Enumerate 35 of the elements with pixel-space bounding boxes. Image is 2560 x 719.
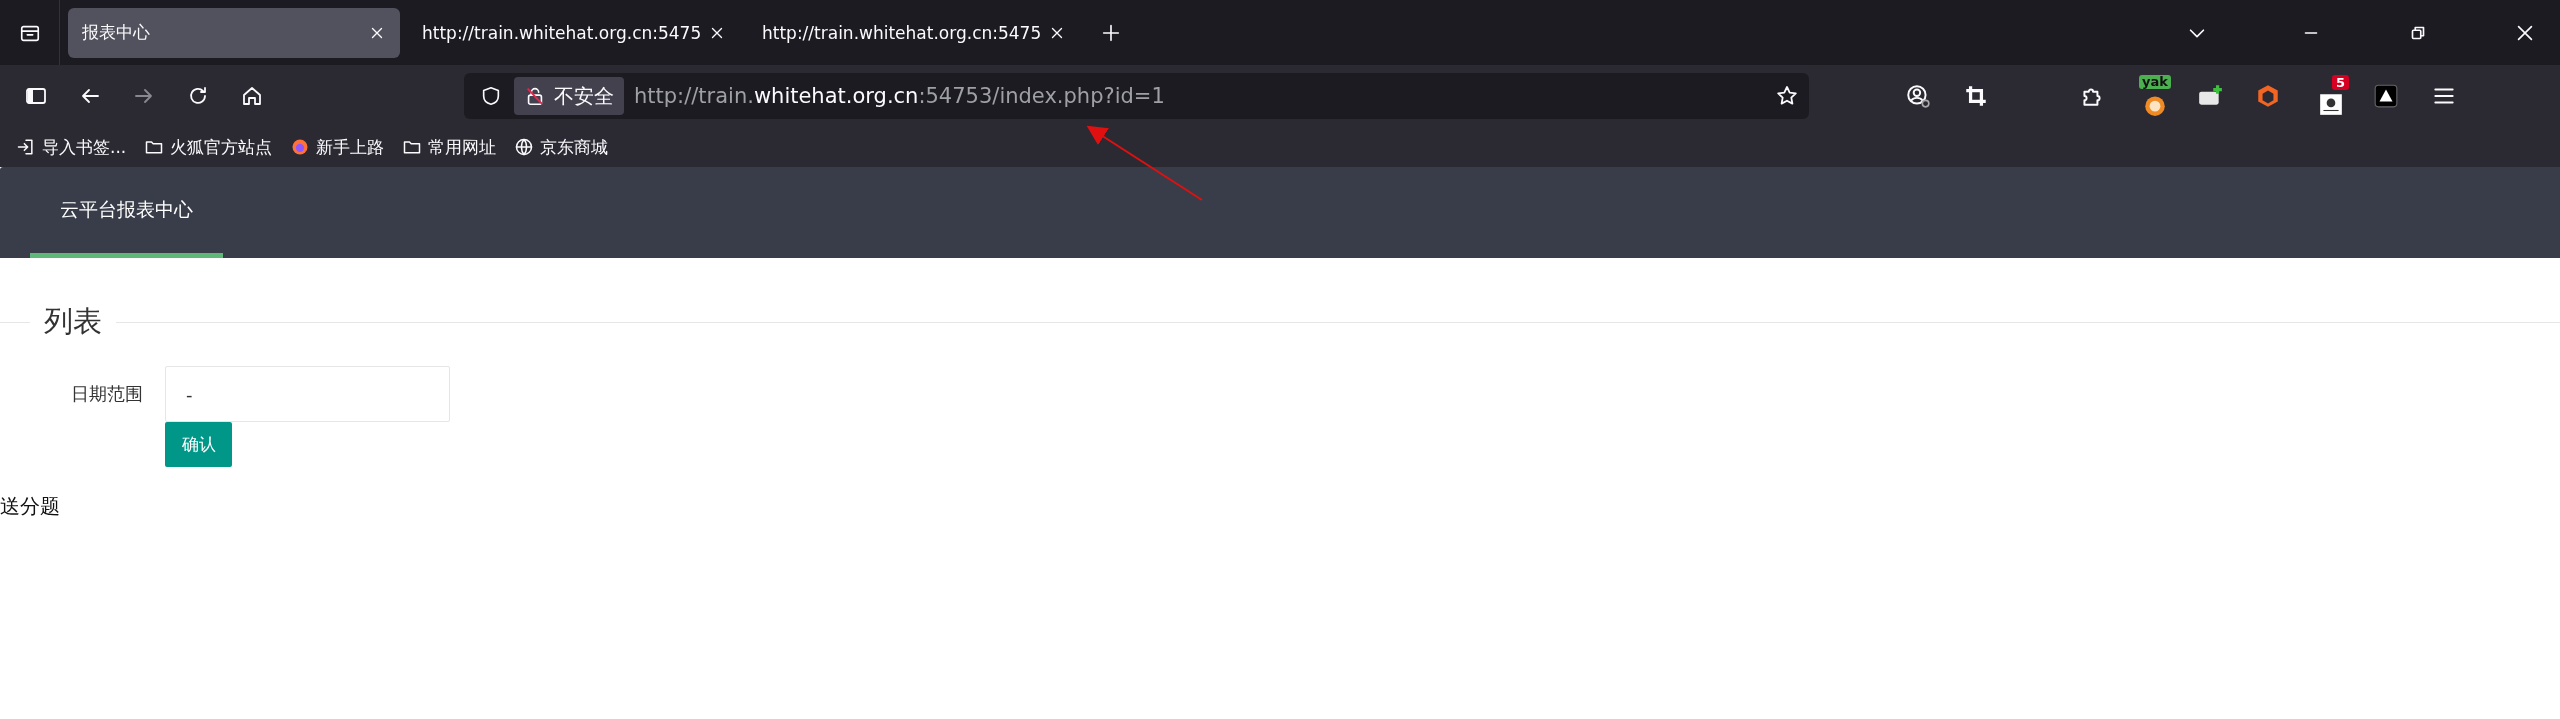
import-icon <box>16 137 36 157</box>
body-text: 送分题 <box>0 493 61 520</box>
bookmark-item[interactable]: 火狐官方站点 <box>144 135 273 159</box>
bookmark-item[interactable]: 新手上路 <box>290 135 385 159</box>
field-label: 日期范围 <box>70 382 144 406</box>
note-icon <box>2318 91 2344 117</box>
bookmark-item[interactable]: 导入书签... <box>16 135 127 159</box>
extension-button[interactable]: yak <box>2137 75 2173 117</box>
browser-tab[interactable]: http://train.whitehat.org.cn:5475 <box>748 7 1080 58</box>
shield-extension-icon[interactable] <box>2255 83 2281 109</box>
notification-badge: 5 <box>2331 75 2349 90</box>
bookmark-item[interactable]: 常用网址 <box>402 135 497 159</box>
browser-tab[interactable]: 报表中心 <box>68 7 400 58</box>
tab-title: 报表中心 <box>82 21 151 44</box>
bookmark-item[interactable]: 京东商城 <box>514 135 609 159</box>
tab-title: http://train.whitehat.org.cn:5475 <box>422 22 700 43</box>
date-range-field[interactable]: - <box>165 366 450 422</box>
confirm-button[interactable]: 确认 <box>165 422 232 467</box>
extension-button[interactable]: 5 <box>2313 75 2349 117</box>
browser-tab[interactable]: http://train.whitehat.org.cn:5475 <box>408 7 740 58</box>
account-icon[interactable] <box>1905 83 1931 109</box>
home-icon[interactable] <box>240 84 264 108</box>
globe-icon <box>514 137 535 157</box>
star-icon[interactable] <box>1775 84 1799 108</box>
shield-icon[interactable] <box>480 85 502 107</box>
nav-item[interactable]: 云平台报表中心 <box>30 167 223 258</box>
extension-tag: yak <box>2139 75 2171 89</box>
section-title: 列表 <box>43 303 103 340</box>
triangle-extension-icon[interactable] <box>2373 83 2399 109</box>
crossed-lock-icon <box>524 85 546 107</box>
crop-icon[interactable] <box>1963 83 1989 109</box>
security-label: 不安全 <box>554 82 614 110</box>
tab-title: http://train.whitehat.org.cn:5475 <box>762 22 1040 43</box>
url-text[interactable]: http://train.whitehat.org.cn:54753/index.php?id=1 <box>634 84 1775 108</box>
security-indicator[interactable]: 不安全 <box>514 77 624 115</box>
